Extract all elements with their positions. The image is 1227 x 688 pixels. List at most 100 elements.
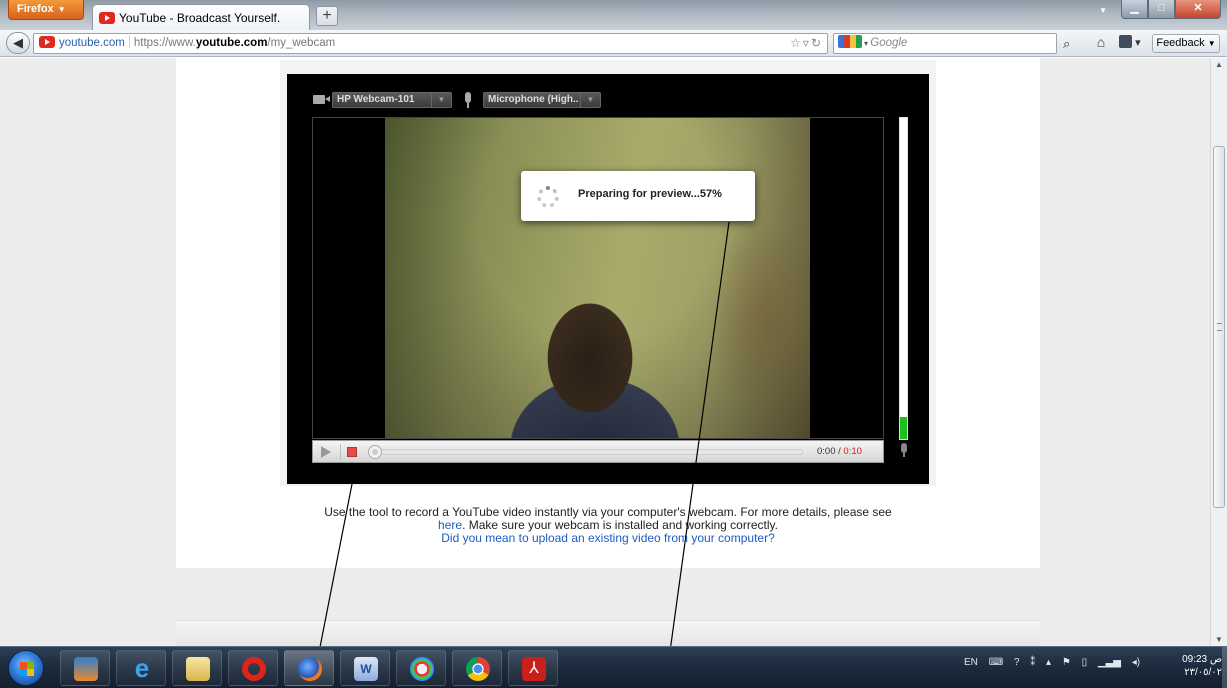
close-button[interactable]: ✕ <box>1175 0 1221 19</box>
opera-icon <box>242 657 266 681</box>
loading-spinner-icon <box>537 186 559 208</box>
page-footer-strip <box>176 620 1040 646</box>
window-controls: ▁ □ ✕ <box>1121 0 1221 20</box>
navigation-bar: ◀ youtube.com https://www.youtube.com/my_… <box>0 30 1227 57</box>
folder-icon <box>186 657 210 681</box>
video-preview-area: Preparing for preview...57% <box>312 117 884 439</box>
keyboard-icon[interactable]: ⌨ <box>989 657 1003 668</box>
here-link[interactable]: here <box>438 518 462 532</box>
page-viewport: HP Webcam-101 ▼ Microphone (High.. ▼ Pre… <box>0 58 1210 646</box>
timeline-track[interactable] <box>368 445 803 459</box>
help-icon[interactable]: ? <box>1014 657 1020 668</box>
show-hidden-icons-icon[interactable]: ▴ <box>1046 657 1051 668</box>
chevron-down-icon[interactable]: ▼ <box>431 93 451 107</box>
tab-youtube[interactable]: YouTube - Broadcast Yourself. <box>92 4 310 30</box>
chevron-down-icon[interactable]: ▼ <box>580 93 600 107</box>
scrollbar-thumb[interactable] <box>1213 146 1225 508</box>
taskbar-opera[interactable] <box>228 650 278 686</box>
taskbar-acrobat[interactable]: ⅄ <box>508 650 558 686</box>
search-engine-icon[interactable] <box>838 35 862 48</box>
firefox-icon <box>298 657 322 681</box>
chevron-down-icon: ▼ <box>57 5 66 14</box>
battery-icon[interactable]: ▯ <box>1082 657 1088 668</box>
audio-level-meter <box>899 117 908 440</box>
stop-record-button[interactable] <box>347 447 357 457</box>
network-signal-icon[interactable]: ▁▃▅ <box>1098 657 1121 668</box>
firefox-menu-button[interactable]: Firefox ▼ <box>8 0 84 20</box>
url-divider <box>128 35 130 48</box>
url-path: /my_webcam <box>267 37 336 49</box>
start-button[interactable] <box>8 650 44 686</box>
taskbar-firefox[interactable] <box>284 650 334 686</box>
site-identity-icon[interactable] <box>39 36 55 48</box>
camera-select[interactable]: HP Webcam-101 ▼ <box>332 92 452 108</box>
scroll-down-icon[interactable]: ▼ <box>1215 635 1223 644</box>
url-host: youtube.com <box>195 37 268 49</box>
back-button[interactable]: ◀ <box>6 32 30 54</box>
volume-icon[interactable]: ◂) <box>1132 657 1140 668</box>
screen: Firefox ▼ YouTube - Broadcast Yourself. +… <box>0 0 1227 688</box>
controls-divider <box>340 444 341 460</box>
show-desktop-button[interactable] <box>1222 647 1227 688</box>
time-display: 0:00 / 0:10 <box>817 446 862 457</box>
url-text[interactable]: https://www.youtube.com/my_webcam <box>134 37 335 49</box>
scroll-up-icon[interactable]: ▲ <box>1215 60 1223 69</box>
url-prefix: https://www. <box>133 37 196 49</box>
search-icon[interactable]: ⌕ <box>1063 36 1070 52</box>
chrome-icon <box>466 657 490 681</box>
play-button[interactable] <box>321 446 331 458</box>
reload-icon[interactable]: ↻ <box>811 36 823 50</box>
vertical-scrollbar[interactable]: ▲ ▼ <box>1210 58 1227 646</box>
acrobat-icon: ⅄ <box>522 657 546 681</box>
microphone-icon <box>465 92 471 108</box>
microphone-select[interactable]: Microphone (High.. ▼ <box>483 92 601 108</box>
preview-status-dialog: Preparing for preview...57% <box>521 171 755 221</box>
taskbar-chrome[interactable] <box>452 650 502 686</box>
bookmark-star-icon[interactable]: ☆ <box>790 36 803 50</box>
url-bar-icons: ☆▿↻ <box>790 34 823 53</box>
feedback-label: Feedback <box>1156 37 1205 49</box>
tab-title: YouTube - Broadcast Yourself. <box>119 11 281 25</box>
search-placeholder: Google <box>870 37 908 49</box>
url-bar[interactable]: youtube.com https://www.youtube.com/my_we… <box>33 33 828 54</box>
windows-logo-icon <box>20 662 34 676</box>
history-dropdown-icon[interactable]: ▿ <box>803 36 811 50</box>
taskbar-internet-explorer[interactable]: e <box>116 650 166 686</box>
media-player-icon <box>74 657 98 681</box>
addon-icon <box>1119 35 1132 48</box>
chevron-down-icon: ▾ <box>1135 37 1141 49</box>
time-current: 0:00 <box>817 446 836 457</box>
action-center-flag-icon[interactable]: ⚑ <box>1062 657 1071 668</box>
paint-icon <box>410 657 434 681</box>
home-icon[interactable]: ⌂ <box>1090 34 1112 53</box>
taskbar-clock[interactable]: 09:23 ص ٢٣/٠٥/٠٢ <box>1180 653 1222 679</box>
microphone-icon <box>901 443 907 457</box>
chevron-down-icon: ▼ <box>1207 39 1216 48</box>
clock-date: ٢٣/٠٥/٠٢ <box>1184 667 1222 678</box>
taskbar-media-player[interactable] <box>60 650 110 686</box>
addon-button[interactable]: ▾ <box>1119 35 1145 52</box>
taskbar-paint[interactable] <box>396 650 446 686</box>
new-tab-button[interactable]: + <box>316 6 338 26</box>
microphone-select-value: Microphone (High.. <box>488 94 579 105</box>
feedback-button[interactable]: Feedback ▼ <box>1152 34 1220 53</box>
recorder-controls: 0:00 / 0:10 <box>312 440 884 463</box>
minimize-button[interactable]: ▁ <box>1121 0 1148 19</box>
search-bar[interactable]: ▾ Google <box>833 33 1057 54</box>
time-total: 0:10 <box>843 446 862 457</box>
upload-existing-video-link[interactable]: Did you mean to upload an existing video… <box>441 531 775 545</box>
browser-title-bar: Firefox ▼ YouTube - Broadcast Yourself. +… <box>0 0 1227 30</box>
language-indicator[interactable]: EN <box>964 657 978 668</box>
camera-icon <box>313 95 330 104</box>
maximize-button[interactable]: □ <box>1148 0 1175 19</box>
taskbar-word[interactable]: W <box>340 650 390 686</box>
windows-taskbar: e W ⅄ EN ⌨ ? ⁑ ▴ ⚑ ▯ ▁▃▅ ◂) 09:23 ص ٢٣/٠… <box>0 646 1227 688</box>
tab-list-caret-icon[interactable]: ▼ <box>1099 6 1107 15</box>
youtube-favicon-icon <box>99 12 115 24</box>
timeline-scrubber[interactable] <box>368 445 382 459</box>
tray-options-icon[interactable]: ⁑ <box>1030 657 1035 668</box>
url-site-domain[interactable]: youtube.com <box>59 37 125 49</box>
taskbar-file-explorer[interactable] <box>172 650 222 686</box>
preview-status-text: Preparing for preview...57% <box>578 188 722 200</box>
instruction-line-2-text: . Make sure your webcam is installed and… <box>462 518 778 532</box>
